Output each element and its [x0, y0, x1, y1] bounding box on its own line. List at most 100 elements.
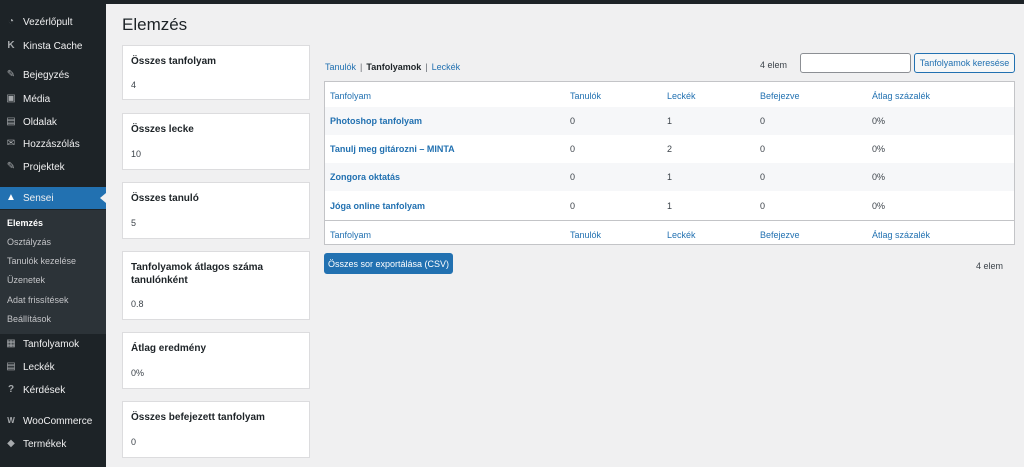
pin-icon: ✎: [6, 69, 16, 80]
cell-leckek: 2: [667, 144, 673, 154]
sidebar-item-products[interactable]: ◆ Termékek: [0, 433, 106, 455]
submenu-item-elemzes[interactable]: Elemzés: [7, 218, 43, 228]
stat-box-total-learners: Összes tanuló 5: [122, 182, 310, 239]
column-footer-tanfolyam[interactable]: Tanfolyam: [330, 221, 371, 249]
stat-box-completed-courses: Összes befejezett tanfolyam 0: [122, 401, 310, 458]
sidebar-item-sensei[interactable]: ▲ Sensei: [0, 187, 106, 209]
question-icon: ?: [7, 384, 15, 395]
column-header-leckek[interactable]: Leckék: [667, 82, 696, 110]
pin-icon: ✎: [6, 161, 16, 172]
sidebar-item-dashboard[interactable]: ◔ Vezérlőpult: [0, 11, 106, 33]
sidebar-item-pages[interactable]: ▤ Oldalak: [0, 111, 106, 133]
graduation-cap-icon: ▲: [6, 192, 16, 203]
sidebar-item-woocommerce[interactable]: W WooCommerce: [0, 410, 106, 432]
table-header-row: Tanfolyam Tanulók Leckék Befejezve Átlag…: [325, 82, 1014, 110]
course-search-button[interactable]: Tanfolyamok keresése: [914, 53, 1015, 73]
cell-befejezve: 0: [760, 201, 766, 211]
course-search-input[interactable]: [800, 53, 911, 73]
stat-title: Összes lecke: [131, 124, 194, 135]
sidebar-item-courses[interactable]: ▦ Tanfolyamok: [0, 333, 106, 355]
table-row: Photoshop tanfolyam 0 1 0 0%: [325, 107, 1014, 135]
column-footer-leckek[interactable]: Leckék: [667, 221, 696, 249]
column-footer-tanulok[interactable]: Tanulók: [570, 221, 601, 249]
cell-befejezve: 0: [760, 116, 766, 126]
view-leckek-link[interactable]: Leckék: [432, 62, 461, 72]
sidebar-item-label: Bejegyzés: [23, 69, 70, 81]
cell-befejezve: 0: [760, 144, 766, 154]
dashboard-icon: ◔: [7, 16, 15, 27]
course-name-link[interactable]: Zongora oktatás: [330, 163, 400, 191]
cell-atlag-szazalek: 0%: [872, 172, 886, 182]
sensei-submenu: Elemzés Osztályzás Tanulók kezelése Üzen…: [0, 210, 106, 334]
stat-value: 0.8: [131, 299, 144, 309]
table-row: Jóga online tanfolyam 0 1 0 0%: [325, 192, 1014, 220]
admin-sidebar: ◔ Vezérlőpult K Kinsta Cache ✎ Bejegyzés…: [0, 4, 106, 467]
page-title: Elemzés: [122, 15, 188, 34]
stat-value: 5: [131, 218, 137, 228]
sidebar-item-label: Sensei: [23, 192, 54, 204]
export-csv-button[interactable]: Összes sor exportálása (CSV): [324, 253, 453, 274]
stat-value: 0%: [131, 368, 145, 378]
column-header-atlag-szazalek[interactable]: Átlag százalék: [872, 82, 930, 110]
stat-title: Átlag eredmény: [131, 343, 207, 354]
stat-box-total-lessons: Összes lecke 10: [122, 113, 310, 170]
view-separator: |: [425, 62, 428, 72]
table-footer-row: Tanfolyam Tanulók Leckék Befejezve Átlag…: [325, 220, 1014, 248]
stat-title: Összes tanuló: [131, 193, 199, 204]
submenu-item-uzenetek[interactable]: Üzenetek: [7, 275, 45, 285]
item-count-bottom: 4 elem: [976, 261, 1004, 271]
view-separator: |: [360, 62, 363, 72]
sidebar-item-comments[interactable]: ✉ Hozzászólás: [0, 133, 106, 155]
cell-leckek: 1: [667, 201, 673, 211]
column-header-tanfolyam[interactable]: Tanfolyam: [330, 82, 371, 110]
view-tanulok-link[interactable]: Tanulók: [325, 62, 356, 72]
column-footer-befejezve[interactable]: Befejezve: [760, 221, 800, 249]
sidebar-item-questions[interactable]: ? Kérdések: [0, 379, 106, 401]
media-icon: ▣: [6, 93, 16, 104]
cell-leckek: 1: [667, 116, 673, 126]
cell-tanulok: 0: [570, 201, 576, 211]
submenu-item-tanulok-kezelese[interactable]: Tanulók kezelése: [7, 256, 76, 266]
cell-tanulok: 0: [570, 144, 576, 154]
sidebar-item-label: Termékek: [23, 438, 67, 450]
sidebar-item-label: Leckék: [23, 361, 55, 373]
stat-value: 0: [131, 437, 137, 447]
submenu-item-beallitasok[interactable]: Beállítások: [7, 314, 51, 324]
sidebar-item-projects[interactable]: ✎ Projektek: [0, 156, 106, 178]
cell-leckek: 1: [667, 172, 673, 182]
table-row: Tanulj meg gitározni – MINTA 0 2 0 0%: [325, 135, 1014, 163]
sidebar-item-lessons[interactable]: ▤ Leckék: [0, 356, 106, 378]
sidebar-item-label: Tanfolyamok: [23, 338, 80, 350]
stat-box-average-courses: Tanfolyamok átlagos száma tanulónként 0.…: [122, 251, 310, 320]
column-header-tanulok[interactable]: Tanulók: [570, 82, 601, 110]
stat-title: Összes befejezett tanfolyam: [131, 412, 265, 423]
course-name-link[interactable]: Jóga online tanfolyam: [330, 192, 425, 220]
sidebar-item-label: Oldalak: [23, 116, 57, 128]
sidebar-item-media[interactable]: ▣ Média: [0, 88, 106, 110]
submenu-item-osztalyzas[interactable]: Osztályzás: [7, 237, 51, 247]
products-icon: ◆: [7, 438, 15, 449]
column-footer-atlag-szazalek[interactable]: Átlag százalék: [872, 221, 930, 249]
stat-value: 10: [131, 149, 142, 159]
cell-tanulok: 0: [570, 116, 576, 126]
sidebar-item-label: Hozzászólás: [23, 138, 80, 150]
sidebar-item-posts[interactable]: ✎ Bejegyzés: [0, 64, 106, 86]
stat-box-total-courses: Összes tanfolyam 4: [122, 45, 310, 100]
column-header-befejezve[interactable]: Befejezve: [760, 82, 800, 110]
sidebar-item-kinsta-cache[interactable]: K Kinsta Cache: [0, 35, 106, 57]
table-row: Zongora oktatás 0 1 0 0%: [325, 163, 1014, 191]
view-tanfolyamok-current[interactable]: Tanfolyamok: [366, 62, 421, 72]
stat-title: Összes tanfolyam: [131, 56, 217, 67]
item-count-top: 4 elem: [760, 60, 788, 70]
cell-atlag-szazalek: 0%: [872, 201, 886, 211]
submenu-item-adat-frissitesek[interactable]: Adat frissítések: [7, 295, 69, 305]
view-switcher: Tanulók | Tanfolyamok | Leckék: [325, 62, 460, 72]
sidebar-item-label: Vezérlőpult: [23, 16, 73, 28]
cell-atlag-szazalek: 0%: [872, 116, 886, 126]
courses-icon: ▦: [6, 338, 16, 349]
sidebar-item-label: Média: [23, 93, 51, 105]
course-name-link[interactable]: Tanulj meg gitározni – MINTA: [330, 135, 455, 163]
course-name-link[interactable]: Photoshop tanfolyam: [330, 107, 422, 135]
sidebar-item-label: Projektek: [23, 161, 65, 173]
stat-value: 4: [131, 80, 137, 90]
